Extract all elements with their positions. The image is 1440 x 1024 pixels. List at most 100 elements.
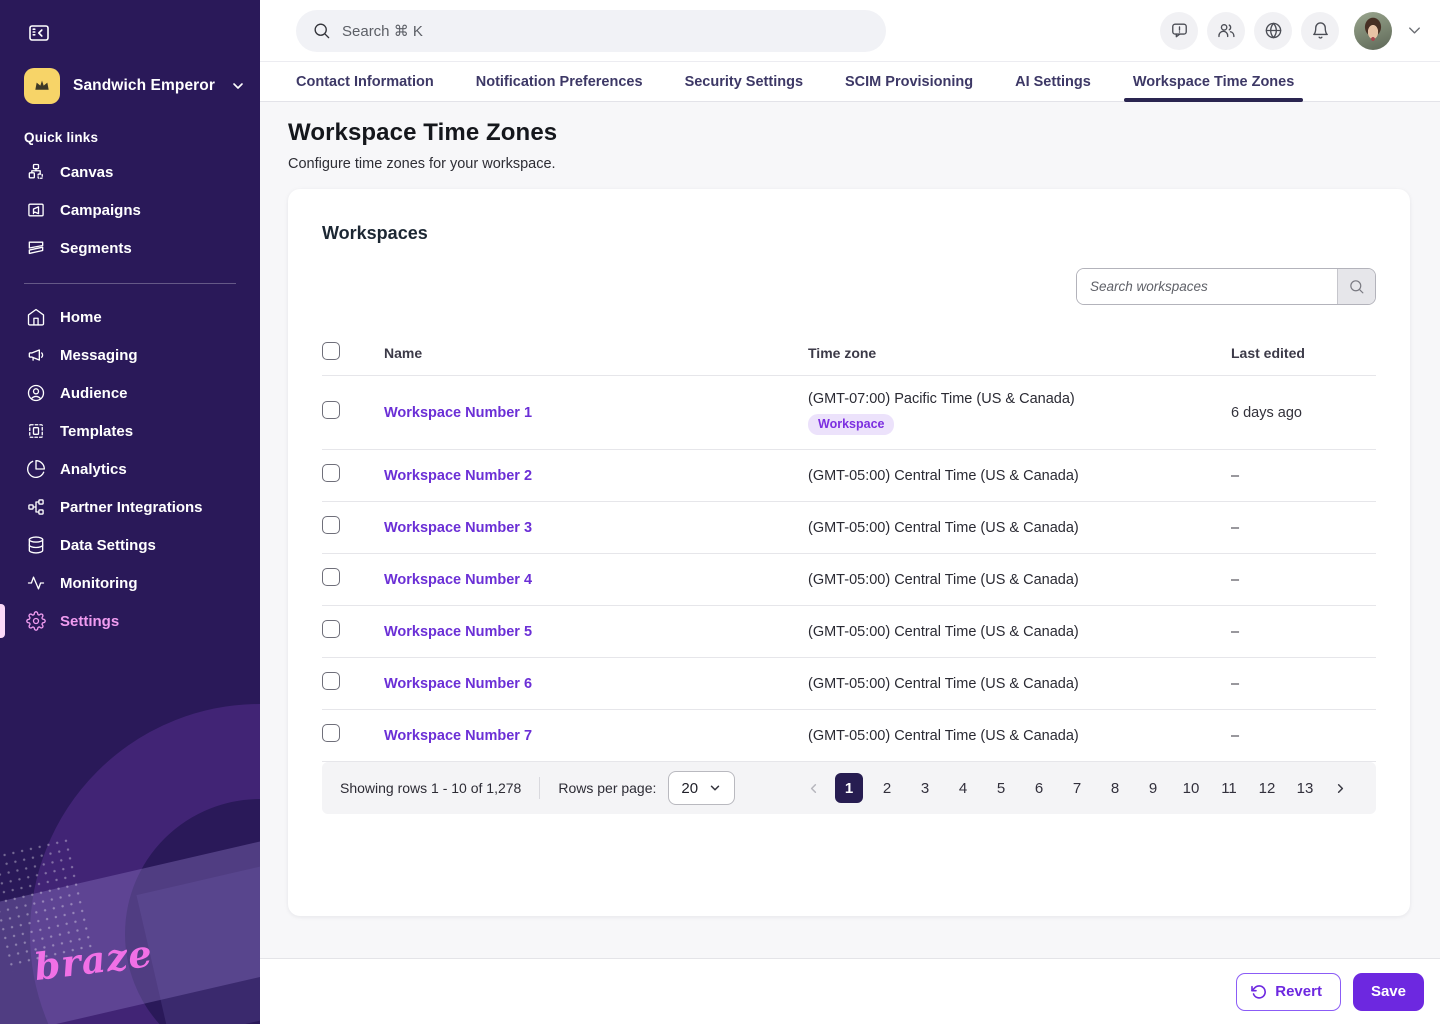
row-checkbox[interactable] [322, 464, 340, 482]
sidebar-item-templates[interactable]: Templates [0, 412, 260, 450]
tab-security-settings[interactable]: Security Settings [685, 62, 803, 101]
page-button[interactable]: 2 [873, 773, 901, 803]
page-subtitle: Configure time zones for your workspace. [288, 156, 1410, 172]
rows-per-page-select[interactable]: 20 [668, 771, 735, 805]
next-page-button[interactable] [1329, 781, 1352, 796]
workspace-name: Sandwich Emperor [73, 77, 215, 95]
user-avatar[interactable] [1354, 12, 1392, 50]
sidebar-item-partner-integrations[interactable]: Partner Integrations [0, 488, 260, 526]
feedback-icon [1170, 21, 1189, 40]
page-button[interactable]: 8 [1101, 773, 1129, 803]
workspace-avatar [24, 68, 60, 104]
user-menu-chevron-icon[interactable] [1405, 21, 1424, 40]
sidebar-item-segments[interactable]: Segments [0, 229, 260, 267]
table-row: Workspace Number 7 (GMT-05:00) Central T… [322, 710, 1376, 762]
workspace-link[interactable]: Workspace Number 3 [384, 520, 532, 536]
timezone-cell: (GMT-05:00) Central Time (US & Canada) [808, 468, 1231, 484]
sidebar-divider [24, 283, 236, 284]
page-button[interactable]: 12 [1253, 773, 1281, 803]
tab-ai-settings[interactable]: AI Settings [1015, 62, 1091, 101]
select-all-checkbox[interactable] [322, 342, 340, 360]
previous-page-button[interactable] [802, 781, 825, 796]
column-header-timezone: Time zone [808, 345, 1231, 361]
database-icon [26, 535, 46, 555]
workspace-link[interactable]: Workspace Number 1 [384, 405, 532, 421]
pagination-divider [539, 777, 540, 799]
globe-icon [1264, 21, 1283, 40]
page-button[interactable]: 1 [835, 773, 863, 803]
page-button[interactable]: 4 [949, 773, 977, 803]
sidebar-item-label: Partner Integrations [60, 499, 203, 516]
table-header-row: Name Time zone Last edited [322, 331, 1376, 376]
page-button[interactable]: 5 [987, 773, 1015, 803]
tab-scim-provisioning[interactable]: SCIM Provisioning [845, 62, 973, 101]
row-checkbox[interactable] [322, 724, 340, 742]
row-checkbox[interactable] [322, 568, 340, 586]
sidebar-item-label: Audience [60, 385, 128, 402]
sidebar-item-analytics[interactable]: Analytics [0, 450, 260, 488]
sidebar-item-label: Canvas [60, 164, 113, 181]
workspace-link[interactable]: Workspace Number 5 [384, 624, 532, 640]
sidebar-item-campaigns[interactable]: Campaigns [0, 191, 260, 229]
sidebar-item-audience[interactable]: Audience [0, 374, 260, 412]
revert-button[interactable]: Revert [1236, 973, 1341, 1011]
crown-icon [32, 76, 52, 96]
notifications-button[interactable] [1301, 12, 1339, 50]
page-button[interactable]: 10 [1177, 773, 1205, 803]
workspaces-table: Name Time zone Last edited Workspace Num… [322, 331, 1376, 762]
last-edited-cell: – [1231, 676, 1376, 692]
workspace-search-button[interactable] [1337, 269, 1375, 304]
chevron-left-icon [806, 781, 821, 796]
sidebar-item-label: Analytics [60, 461, 127, 478]
row-checkbox[interactable] [322, 401, 340, 419]
last-edited-cell: 6 days ago [1231, 405, 1376, 421]
sidebar-item-data-settings[interactable]: Data Settings [0, 526, 260, 564]
search-icon [1348, 278, 1365, 295]
people-button[interactable] [1207, 12, 1245, 50]
workspace-link[interactable]: Workspace Number 2 [384, 468, 532, 484]
page-button[interactable]: 13 [1291, 773, 1319, 803]
topbar: Search ⌘ K [260, 0, 1440, 62]
page-title: Workspace Time Zones [288, 119, 1410, 147]
workspaces-card: Workspaces Name [288, 189, 1410, 916]
row-checkbox[interactable] [322, 620, 340, 638]
globe-button[interactable] [1254, 12, 1292, 50]
table-row: Workspace Number 3 (GMT-05:00) Central T… [322, 502, 1376, 554]
sidebar-item-settings[interactable]: Settings [0, 602, 260, 640]
table-body: Workspace Number 1 (GMT-07:00) Pacific T… [322, 376, 1376, 762]
save-button[interactable]: Save [1353, 973, 1424, 1011]
column-header-name: Name [384, 345, 808, 361]
page-button[interactable]: 9 [1139, 773, 1167, 803]
workspace-switcher[interactable]: Sandwich Emperor [24, 68, 260, 104]
workspace-search-input[interactable] [1077, 269, 1337, 304]
tab-contact-information[interactable]: Contact Information [296, 62, 434, 101]
content: Workspace Time Zones Configure time zone… [260, 102, 1440, 958]
last-edited-cell: – [1231, 728, 1376, 744]
chevron-down-icon [708, 781, 722, 795]
sidebar-item-label: Data Settings [60, 537, 156, 554]
workspace-link[interactable]: Workspace Number 6 [384, 676, 532, 692]
pie-chart-icon [26, 459, 46, 479]
global-search-placeholder: Search ⌘ K [342, 22, 423, 40]
sidebar-item-messaging[interactable]: Messaging [0, 336, 260, 374]
search-icon [312, 21, 331, 40]
page-button[interactable]: 7 [1063, 773, 1091, 803]
tab-notification-preferences[interactable]: Notification Preferences [476, 62, 643, 101]
sidebar-item-home[interactable]: Home [0, 298, 260, 336]
workspace-link[interactable]: Workspace Number 7 [384, 728, 532, 744]
activity-icon [26, 573, 46, 593]
sidebar-collapse-button[interactable] [24, 20, 54, 46]
sidebar-item-canvas[interactable]: Canvas [0, 153, 260, 191]
page-button[interactable]: 6 [1025, 773, 1053, 803]
row-checkbox[interactable] [322, 672, 340, 690]
megaphone-icon [26, 345, 46, 365]
page-button[interactable]: 3 [911, 773, 939, 803]
row-checkbox[interactable] [322, 516, 340, 534]
page-button[interactable]: 11 [1215, 773, 1243, 803]
workspace-link[interactable]: Workspace Number 4 [384, 572, 532, 588]
global-search-input[interactable]: Search ⌘ K [296, 10, 886, 52]
tab-workspace-time-zones[interactable]: Workspace Time Zones [1133, 62, 1294, 101]
workspace-search [1076, 268, 1376, 305]
feedback-button[interactable] [1160, 12, 1198, 50]
sidebar-item-monitoring[interactable]: Monitoring [0, 564, 260, 602]
